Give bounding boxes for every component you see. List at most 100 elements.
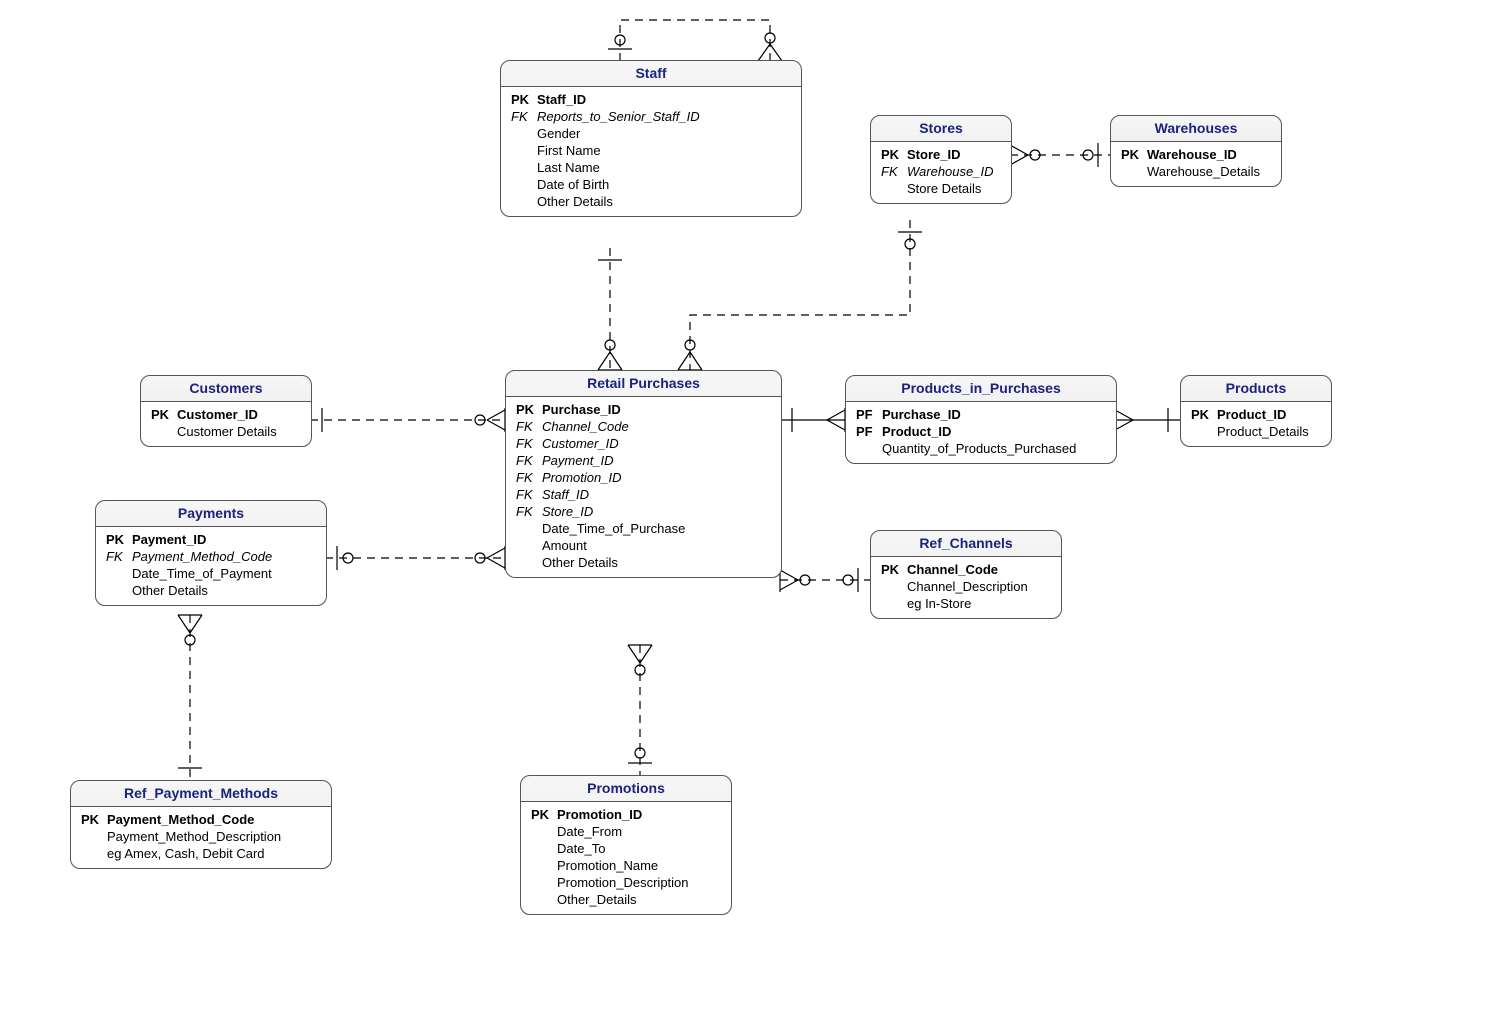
attr-name: Other Details — [537, 194, 613, 209]
attr-row: PKPayment_Method_Code — [81, 811, 321, 828]
attr-name: Warehouse_ID — [907, 164, 993, 179]
attr-name: Amount — [542, 538, 587, 553]
entity-body: PKStaff_IDFKReports_to_Senior_Staff_IDGe… — [501, 87, 801, 216]
attr-row: FKChannel_Code — [516, 418, 771, 435]
attr-row: PFPurchase_ID — [856, 406, 1106, 423]
key-type: PK — [516, 402, 542, 417]
attr-name: Customer Details — [177, 424, 277, 439]
key-type: PF — [856, 424, 882, 439]
entity-warehouses[interactable]: Warehouses PKWarehouse_IDWarehouse_Detai… — [1110, 115, 1282, 187]
entity-title: Promotions — [521, 776, 731, 802]
key-type: FK — [516, 504, 542, 519]
entity-products-in-purchases[interactable]: Products_in_Purchases PFPurchase_IDPFPro… — [845, 375, 1117, 464]
attr-row: Warehouse_Details — [1121, 163, 1271, 180]
key-type: PK — [151, 407, 177, 422]
attr-row: eg In-Store — [881, 595, 1051, 612]
attr-name: Date of Birth — [537, 177, 609, 192]
attr-name: Quantity_of_Products_Purchased — [882, 441, 1076, 456]
entity-customers[interactable]: Customers PKCustomer_IDCustomer Details — [140, 375, 312, 447]
attr-name: Gender — [537, 126, 580, 141]
attr-row: FKWarehouse_ID — [881, 163, 1001, 180]
entity-stores[interactable]: Stores PKStore_IDFKWarehouse_IDStore Det… — [870, 115, 1012, 204]
attr-name: Other Details — [542, 555, 618, 570]
attr-name: Promotion_Description — [557, 875, 689, 890]
key-type: FK — [511, 109, 537, 124]
entity-title: Products_in_Purchases — [846, 376, 1116, 402]
attr-row: Date_Time_of_Payment — [106, 565, 316, 582]
key-type: PF — [856, 407, 882, 422]
key-type: PK — [511, 92, 537, 107]
attr-row: FKPayment_ID — [516, 452, 771, 469]
entity-body: PKCustomer_IDCustomer Details — [141, 402, 311, 446]
attr-name: Promotion_Name — [557, 858, 658, 873]
entity-body: PKPromotion_IDDate_FromDate_ToPromotion_… — [521, 802, 731, 914]
entity-title: Stores — [871, 116, 1011, 142]
key-type: FK — [516, 419, 542, 434]
key-type: FK — [881, 164, 907, 179]
attr-name: Store Details — [907, 181, 981, 196]
attr-row: Other Details — [511, 193, 791, 210]
key-type: PK — [1121, 147, 1147, 162]
attr-row: Product_Details — [1191, 423, 1321, 440]
attr-row: Promotion_Description — [531, 874, 721, 891]
entity-title: Ref_Channels — [871, 531, 1061, 557]
attr-row: PKCustomer_ID — [151, 406, 301, 423]
entity-body: PKPayment_Method_CodePayment_Method_Desc… — [71, 807, 331, 868]
attr-name: Customer_ID — [177, 407, 258, 422]
key-type: PK — [881, 147, 907, 162]
attr-name: Staff_ID — [542, 487, 589, 502]
entity-title: Staff — [501, 61, 801, 87]
attr-row: PKProduct_ID — [1191, 406, 1321, 423]
entity-promotions[interactable]: Promotions PKPromotion_IDDate_FromDate_T… — [520, 775, 732, 915]
attr-row: Customer Details — [151, 423, 301, 440]
attr-name: Store_ID — [907, 147, 960, 162]
attr-row: eg Amex, Cash, Debit Card — [81, 845, 321, 862]
entity-payments[interactable]: Payments PKPayment_IDFKPayment_Method_Co… — [95, 500, 327, 606]
attr-name: Warehouse_Details — [1147, 164, 1260, 179]
entity-ref-payment-methods[interactable]: Ref_Payment_Methods PKPayment_Method_Cod… — [70, 780, 332, 869]
entity-products[interactable]: Products PKProduct_IDProduct_Details — [1180, 375, 1332, 447]
attr-row: FKStaff_ID — [516, 486, 771, 503]
attr-name: Purchase_ID — [542, 402, 621, 417]
attr-name: Product_ID — [882, 424, 951, 439]
entity-title: Retail Purchases — [506, 371, 781, 397]
attr-row: Payment_Method_Description — [81, 828, 321, 845]
entity-body: PKStore_IDFKWarehouse_IDStore Details — [871, 142, 1011, 203]
key-type: FK — [516, 470, 542, 485]
entity-retail-purchases[interactable]: Retail Purchases PKPurchase_IDFKChannel_… — [505, 370, 782, 578]
attr-row: FKStore_ID — [516, 503, 771, 520]
attr-name: Channel_Description — [907, 579, 1028, 594]
entity-staff[interactable]: Staff PKStaff_IDFKReports_to_Senior_Staf… — [500, 60, 802, 217]
attr-name: Store_ID — [542, 504, 593, 519]
attr-row: Store Details — [881, 180, 1001, 197]
attr-name: Payment_ID — [132, 532, 206, 547]
attr-row: Other Details — [516, 554, 771, 571]
attr-name: Product_Details — [1217, 424, 1309, 439]
attr-name: Product_ID — [1217, 407, 1286, 422]
attr-name: Date_From — [557, 824, 622, 839]
entity-body: PKProduct_IDProduct_Details — [1181, 402, 1331, 446]
attr-row: FKPayment_Method_Code — [106, 548, 316, 565]
attr-name: Promotion_ID — [557, 807, 642, 822]
attr-row: PKChannel_Code — [881, 561, 1051, 578]
key-type: FK — [516, 453, 542, 468]
attr-row: Date_From — [531, 823, 721, 840]
key-type: PK — [881, 562, 907, 577]
entity-body: PKPurchase_IDFKChannel_CodeFKCustomer_ID… — [506, 397, 781, 577]
attr-name: Last Name — [537, 160, 600, 175]
attr-row: Promotion_Name — [531, 857, 721, 874]
attr-name: Promotion_ID — [542, 470, 621, 485]
attr-name: Date_Time_of_Payment — [132, 566, 272, 581]
attr-name: Payment_ID — [542, 453, 614, 468]
key-type: PK — [531, 807, 557, 822]
attr-row: Quantity_of_Products_Purchased — [856, 440, 1106, 457]
attr-row: PKPayment_ID — [106, 531, 316, 548]
attr-row: PKStaff_ID — [511, 91, 791, 108]
attr-row: FKReports_to_Senior_Staff_ID — [511, 108, 791, 125]
entity-title: Payments — [96, 501, 326, 527]
key-type: PK — [106, 532, 132, 547]
attr-row: First Name — [511, 142, 791, 159]
attr-name: eg Amex, Cash, Debit Card — [107, 846, 265, 861]
erd-canvas: Staff PKStaff_IDFKReports_to_Senior_Staf… — [0, 0, 1508, 1016]
entity-ref-channels[interactable]: Ref_Channels PKChannel_CodeChannel_Descr… — [870, 530, 1062, 619]
